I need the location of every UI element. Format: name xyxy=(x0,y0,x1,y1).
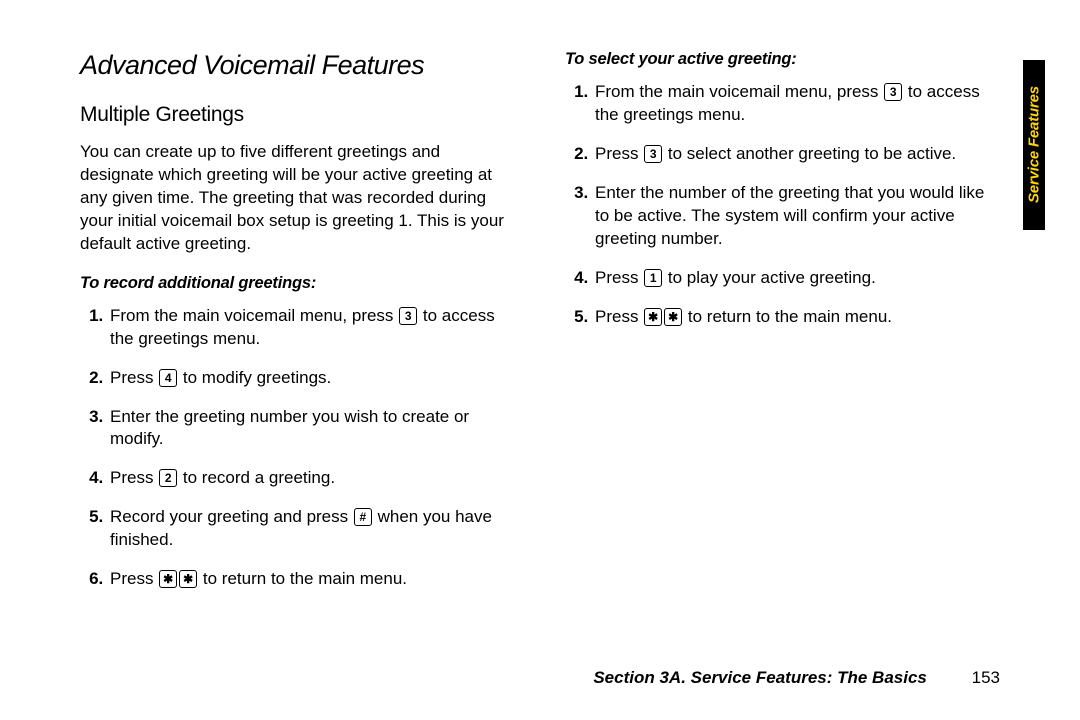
key-icon: ✱ xyxy=(644,308,662,326)
step-item: Press 4 to modify greetings. xyxy=(108,367,515,390)
step-text: Press xyxy=(110,368,158,387)
footer-section: Section 3A. Service Features: The Basics xyxy=(593,668,927,687)
step-item: Press 3 to select another greeting to be… xyxy=(593,143,1000,166)
key-icon: 4 xyxy=(159,369,177,387)
step-text: From the main voicemail menu, press xyxy=(110,306,398,325)
step-item: Press 1 to play your active greeting. xyxy=(593,267,1000,290)
key-icon: ✱ xyxy=(179,570,197,588)
key-icon: 3 xyxy=(884,83,902,101)
step-text: to modify greetings. xyxy=(178,368,331,387)
step-text: Press xyxy=(595,144,643,163)
left-column: Advanced Voicemail Features Multiple Gre… xyxy=(80,50,515,607)
content-columns: Advanced Voicemail Features Multiple Gre… xyxy=(80,50,1000,607)
side-tab: Service Features xyxy=(1023,60,1045,230)
step-text: to record a greeting. xyxy=(178,468,335,487)
step-item: From the main voicemail menu, press 3 to… xyxy=(593,81,1000,127)
record-steps: From the main voicemail menu, press 3 to… xyxy=(80,305,515,591)
step-item: Press ✱✱ to return to the main menu. xyxy=(108,568,515,591)
intro-paragraph: You can create up to five different gree… xyxy=(80,141,515,256)
step-text: Press xyxy=(595,268,643,287)
step-text: Press xyxy=(110,468,158,487)
step-text: to return to the main menu. xyxy=(198,569,407,588)
page-title: Advanced Voicemail Features xyxy=(80,50,515,81)
key-icon: # xyxy=(354,508,372,526)
step-item: Enter the number of the greeting that yo… xyxy=(593,182,1000,251)
record-subhead: To record additional greetings: xyxy=(80,274,515,293)
step-item: Press 2 to record a greeting. xyxy=(108,467,515,490)
key-icon: ✱ xyxy=(159,570,177,588)
section-heading: Multiple Greetings xyxy=(80,103,515,127)
key-icon: 1 xyxy=(644,269,662,287)
step-item: Enter the greeting number you wish to cr… xyxy=(108,406,515,452)
select-subhead: To select your active greeting: xyxy=(565,50,1000,69)
page-number: 153 xyxy=(972,668,1000,688)
step-text: From the main voicemail menu, press xyxy=(595,82,883,101)
step-text: Press xyxy=(595,307,643,326)
step-item: From the main voicemail menu, press 3 to… xyxy=(108,305,515,351)
step-text: to return to the main menu. xyxy=(683,307,892,326)
page-footer: Section 3A. Service Features: The Basics… xyxy=(593,668,1000,688)
key-icon: ✱ xyxy=(664,308,682,326)
step-text: Press xyxy=(110,569,158,588)
step-item: Press ✱✱ to return to the main menu. xyxy=(593,306,1000,329)
manual-page: Service Features Advanced Voicemail Feat… xyxy=(0,0,1080,720)
key-icon: 2 xyxy=(159,469,177,487)
step-item: Record your greeting and press # when yo… xyxy=(108,506,515,552)
key-icon: 3 xyxy=(399,307,417,325)
step-text: to play your active greeting. xyxy=(663,268,876,287)
step-text: Record your greeting and press xyxy=(110,507,353,526)
select-steps: From the main voicemail menu, press 3 to… xyxy=(565,81,1000,329)
right-column: To select your active greeting: From the… xyxy=(565,50,1000,607)
step-text: to select another greeting to be active. xyxy=(663,144,956,163)
key-icon: 3 xyxy=(644,145,662,163)
